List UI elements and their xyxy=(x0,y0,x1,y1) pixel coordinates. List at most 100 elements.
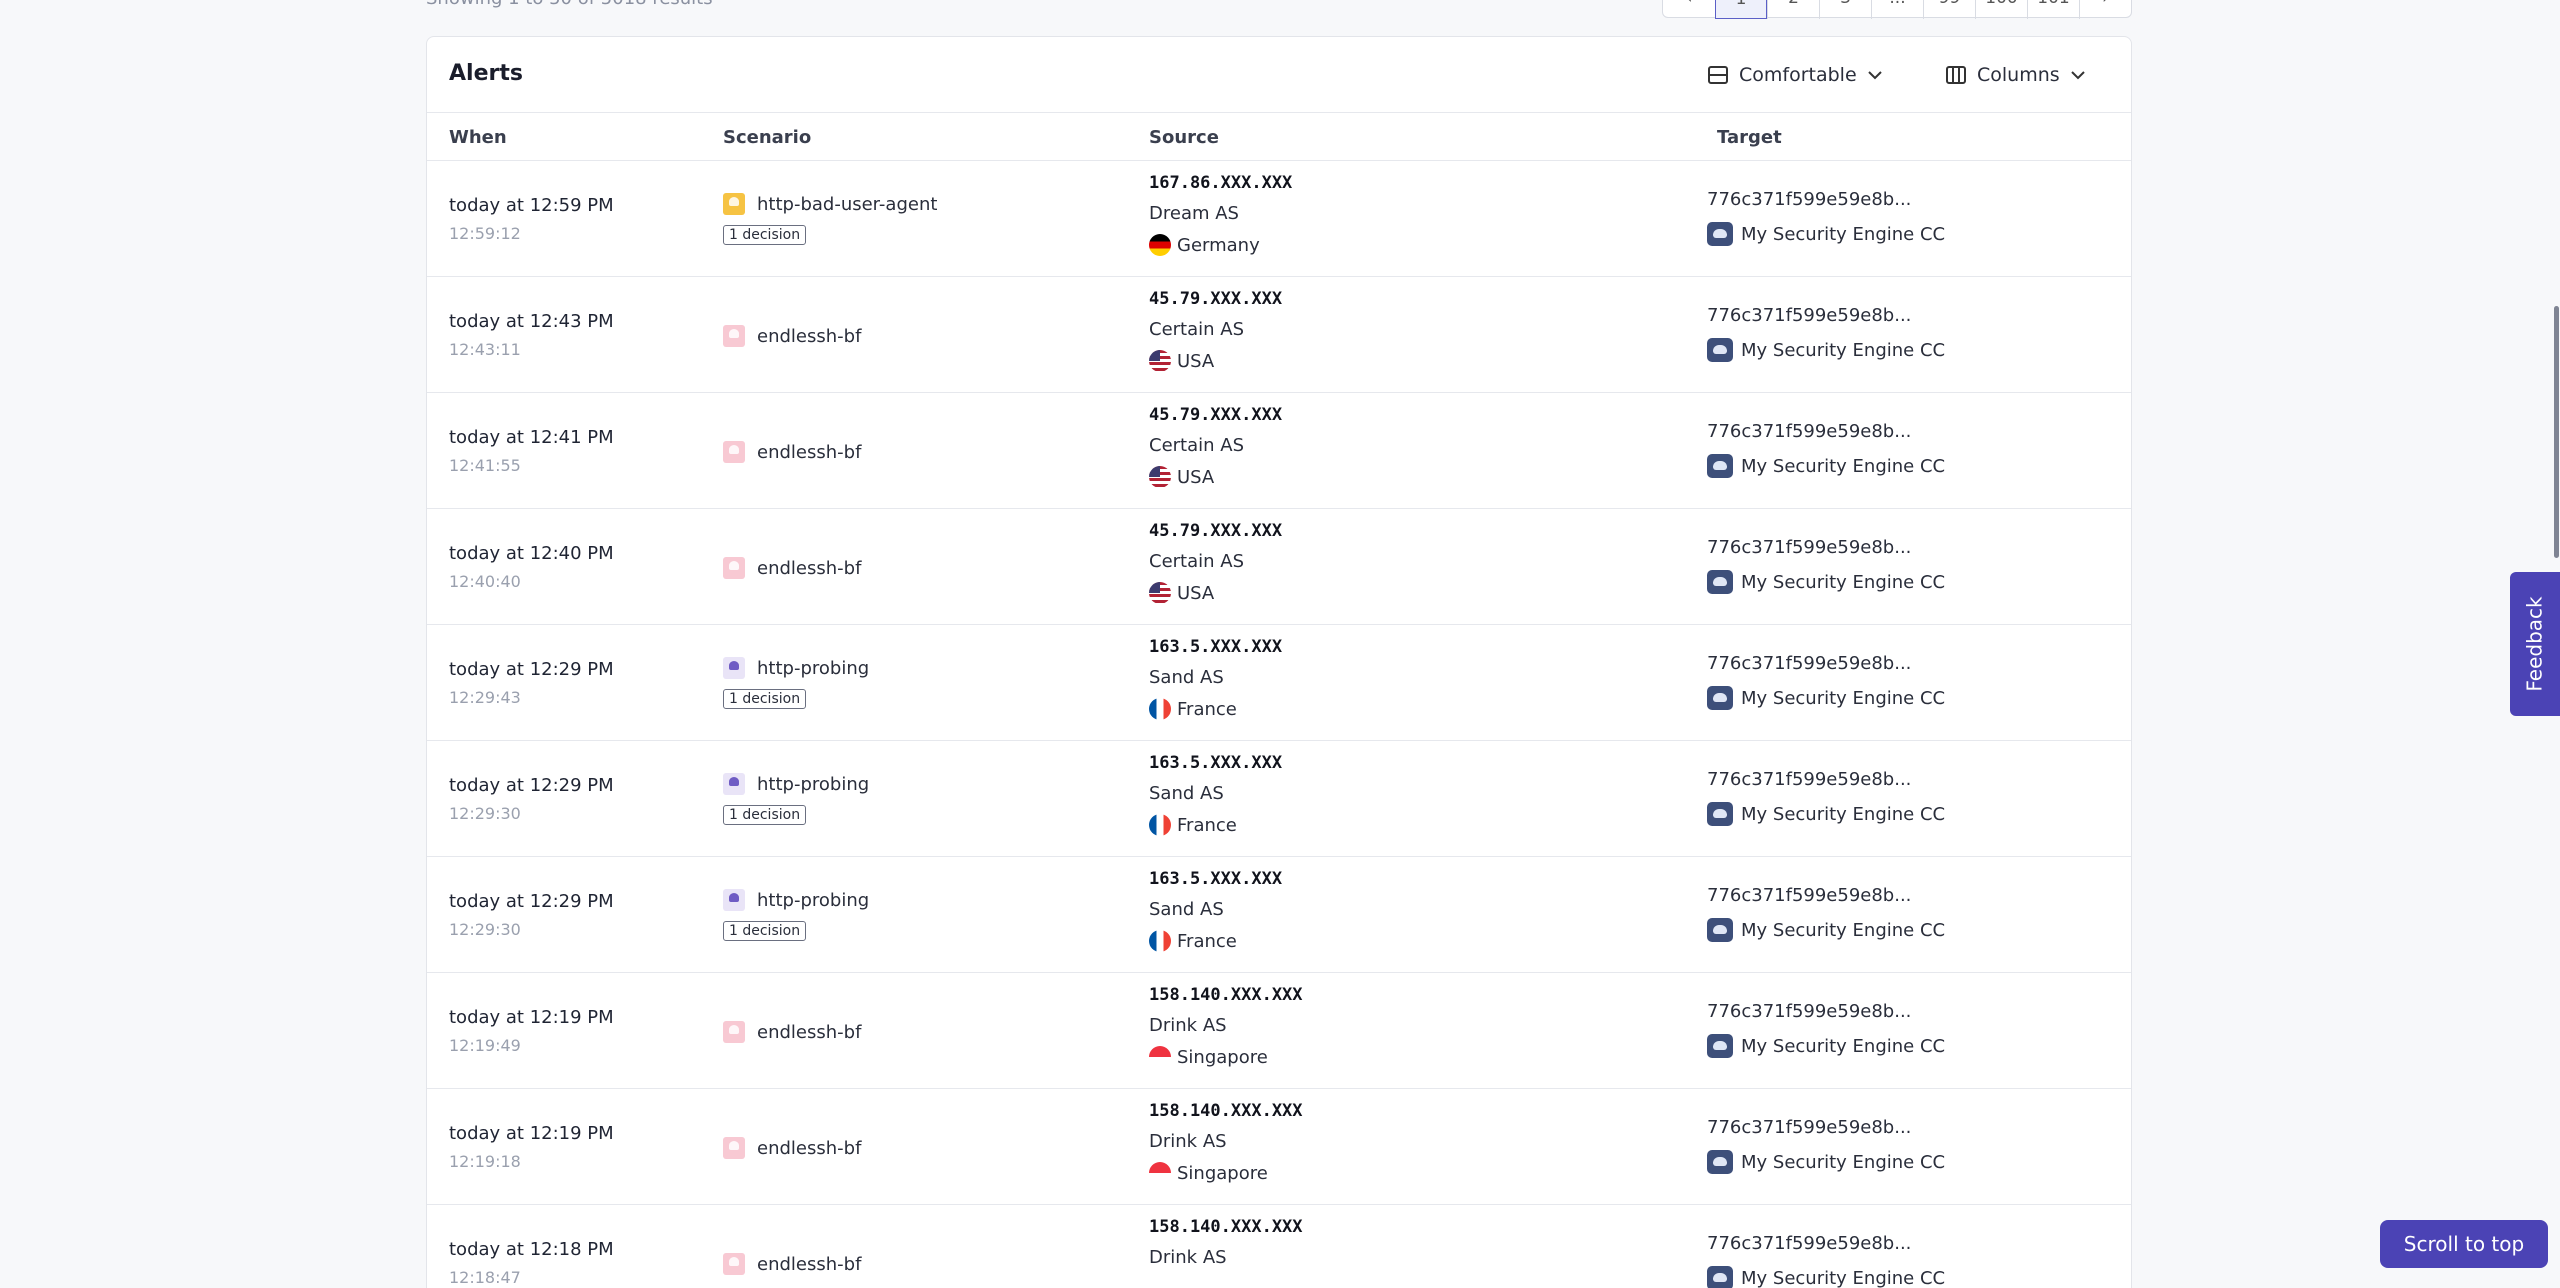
page-button[interactable]: 1 xyxy=(1715,0,1767,19)
scenario-name[interactable]: endlessh-bf xyxy=(757,442,861,463)
feedback-button[interactable]: Feedback xyxy=(2510,572,2560,716)
target-engine[interactable]: My Security Engine CC xyxy=(1741,224,1945,245)
target-id[interactable]: 776c371f599e59e8b... xyxy=(1707,189,1945,210)
when-time: 12:29:30 xyxy=(449,804,521,823)
column-header-scenario[interactable]: Scenario xyxy=(723,127,811,148)
column-header-when[interactable]: When xyxy=(449,127,507,148)
target-id[interactable]: 776c371f599e59e8b... xyxy=(1707,1001,1945,1022)
table-header: When Scenario Source Target xyxy=(427,113,2131,161)
table-row[interactable]: today at 12:19 PM 12:19:18 endlessh-bf 158.… xyxy=(427,1089,2131,1205)
when-time: 12:19:18 xyxy=(449,1152,521,1171)
target-cell: 776c371f599e59e8b... My Security Engine C… xyxy=(1707,1117,1945,1174)
scenario-name[interactable]: endlessh-bf xyxy=(757,1138,861,1159)
target-id[interactable]: 776c371f599e59e8b... xyxy=(1707,885,1945,906)
target-engine[interactable]: My Security Engine CC xyxy=(1741,340,1945,361)
target-id[interactable]: 776c371f599e59e8b... xyxy=(1707,1233,1945,1254)
security-engine-icon xyxy=(1707,1150,1733,1174)
source-ip[interactable]: 158.140.XXX.XXX xyxy=(1149,985,1303,1005)
scenario-cell: http-probing 1 decision xyxy=(723,889,869,941)
table-row[interactable]: today at 12:19 PM 12:19:49 endlessh-bf 158.… xyxy=(427,973,2131,1089)
target-engine[interactable]: My Security Engine CC xyxy=(1741,1268,1945,1288)
target-id[interactable]: 776c371f599e59e8b... xyxy=(1707,421,1945,442)
source-ip[interactable]: 45.79.XXX.XXX xyxy=(1149,521,1282,541)
source-ip[interactable]: 158.140.XXX.XXX xyxy=(1149,1217,1303,1237)
when-cell: today at 12:19 PM 12:19:49 xyxy=(449,1007,614,1055)
page-button[interactable]: 2 xyxy=(1767,0,1819,19)
target-id[interactable]: 776c371f599e59e8b... xyxy=(1707,653,1945,674)
source-cell: 167.86.XXX.XXX Dream AS Germany xyxy=(1149,173,1292,256)
table-row[interactable]: today at 12:43 PM 12:43:11 endlessh-bf 45.7… xyxy=(427,277,2131,393)
security-engine-icon xyxy=(1707,918,1733,942)
table-row[interactable]: today at 12:59 PM 12:59:12 http-bad-user-a… xyxy=(427,161,2131,277)
flag-icon xyxy=(1149,1162,1171,1184)
page-button[interactable]: 101 xyxy=(2027,0,2079,19)
source-ip[interactable]: 45.79.XXX.XXX xyxy=(1149,405,1282,425)
target-engine[interactable]: My Security Engine CC xyxy=(1741,1036,1945,1057)
target-cell: 776c371f599e59e8b... My Security Engine C… xyxy=(1707,537,1945,594)
scroll-to-top-button[interactable]: Scroll to top xyxy=(2380,1220,2548,1268)
scenario-icon xyxy=(723,193,745,215)
column-header-source[interactable]: Source xyxy=(1149,127,1219,148)
when-time: 12:29:30 xyxy=(449,920,521,939)
target-engine[interactable]: My Security Engine CC xyxy=(1741,804,1945,825)
table-row[interactable]: today at 12:29 PM 12:29:30 http-probing 1 d… xyxy=(427,741,2131,857)
page-button[interactable]: › xyxy=(2079,0,2131,19)
flag-icon xyxy=(1149,814,1171,836)
scrollbar[interactable] xyxy=(2554,306,2559,558)
when-relative: today at 12:29 PM xyxy=(449,891,614,912)
scenario-name[interactable]: endlessh-bf xyxy=(757,1022,861,1043)
when-time: 12:19:49 xyxy=(449,1036,521,1055)
table-row[interactable]: today at 12:40 PM 12:40:40 endlessh-bf 45.7… xyxy=(427,509,2131,625)
target-engine[interactable]: My Security Engine CC xyxy=(1741,920,1945,941)
page-button[interactable]: 99 xyxy=(1923,0,1975,19)
scenario-name[interactable]: endlessh-bf xyxy=(757,558,861,579)
security-engine-icon xyxy=(1707,686,1733,710)
source-ip[interactable]: 158.140.XXX.XXX xyxy=(1149,1101,1303,1121)
scenario-name[interactable]: http-bad-user-agent xyxy=(757,194,937,215)
scenario-name[interactable]: http-probing xyxy=(757,890,869,911)
target-cell: 776c371f599e59e8b... My Security Engine C… xyxy=(1707,769,1945,826)
when-cell: today at 12:19 PM 12:19:18 xyxy=(449,1123,614,1171)
scenario-name[interactable]: endlessh-bf xyxy=(757,1254,861,1275)
flag-icon xyxy=(1149,1046,1171,1068)
target-engine[interactable]: My Security Engine CC xyxy=(1741,572,1945,593)
scenario-cell: http-bad-user-agent 1 decision xyxy=(723,193,937,245)
target-engine[interactable]: My Security Engine CC xyxy=(1741,688,1945,709)
table-row[interactable]: today at 12:29 PM 12:29:43 http-probing 1 d… xyxy=(427,625,2131,741)
scenario-icon xyxy=(723,1253,745,1275)
table-row[interactable]: today at 12:41 PM 12:41:55 endlessh-bf 45.7… xyxy=(427,393,2131,509)
page-button[interactable]: ... xyxy=(1871,0,1923,19)
scenario-name[interactable]: http-probing xyxy=(757,774,869,795)
security-engine-icon xyxy=(1707,802,1733,826)
scenario-name[interactable]: endlessh-bf xyxy=(757,326,861,347)
target-id[interactable]: 776c371f599e59e8b... xyxy=(1707,769,1945,790)
table-body: today at 12:59 PM 12:59:12 http-bad-user-a… xyxy=(427,161,2131,1288)
source-ip[interactable]: 167.86.XXX.XXX xyxy=(1149,173,1292,193)
scenario-cell: endlessh-bf xyxy=(723,557,861,579)
source-ip[interactable]: 163.5.XXX.XXX xyxy=(1149,753,1282,773)
table-row[interactable]: today at 12:29 PM 12:29:30 http-probing 1 d… xyxy=(427,857,2131,973)
column-header-target[interactable]: Target xyxy=(1717,127,1782,148)
target-cell: 776c371f599e59e8b... My Security Engine C… xyxy=(1707,421,1945,478)
target-id[interactable]: 776c371f599e59e8b... xyxy=(1707,305,1945,326)
columns-label: Columns xyxy=(1977,64,2060,86)
scenario-icon xyxy=(723,889,745,911)
source-ip[interactable]: 163.5.XXX.XXX xyxy=(1149,637,1282,657)
density-dropdown[interactable]: Comfortable xyxy=(1707,61,1883,89)
target-engine[interactable]: My Security Engine CC xyxy=(1741,456,1945,477)
when-time: 12:43:11 xyxy=(449,340,521,359)
source-ip[interactable]: 45.79.XXX.XXX xyxy=(1149,289,1282,309)
columns-dropdown[interactable]: Columns xyxy=(1945,61,2086,89)
target-id[interactable]: 776c371f599e59e8b... xyxy=(1707,1117,1945,1138)
table-row[interactable]: today at 12:18 PM 12:18:47 endlessh-bf 158.… xyxy=(427,1205,2131,1288)
density-label: Comfortable xyxy=(1739,64,1857,86)
page-button[interactable]: 100 xyxy=(1975,0,2027,19)
target-id[interactable]: 776c371f599e59e8b... xyxy=(1707,537,1945,558)
source-as: Sand AS xyxy=(1149,667,1224,688)
target-engine[interactable]: My Security Engine CC xyxy=(1741,1152,1945,1173)
source-cell: 158.140.XXX.XXX Drink AS Singapore xyxy=(1149,1101,1303,1184)
scenario-name[interactable]: http-probing xyxy=(757,658,869,679)
source-ip[interactable]: 163.5.XXX.XXX xyxy=(1149,869,1282,889)
page-button[interactable]: ‹ xyxy=(1663,0,1715,19)
page-button[interactable]: 3 xyxy=(1819,0,1871,19)
